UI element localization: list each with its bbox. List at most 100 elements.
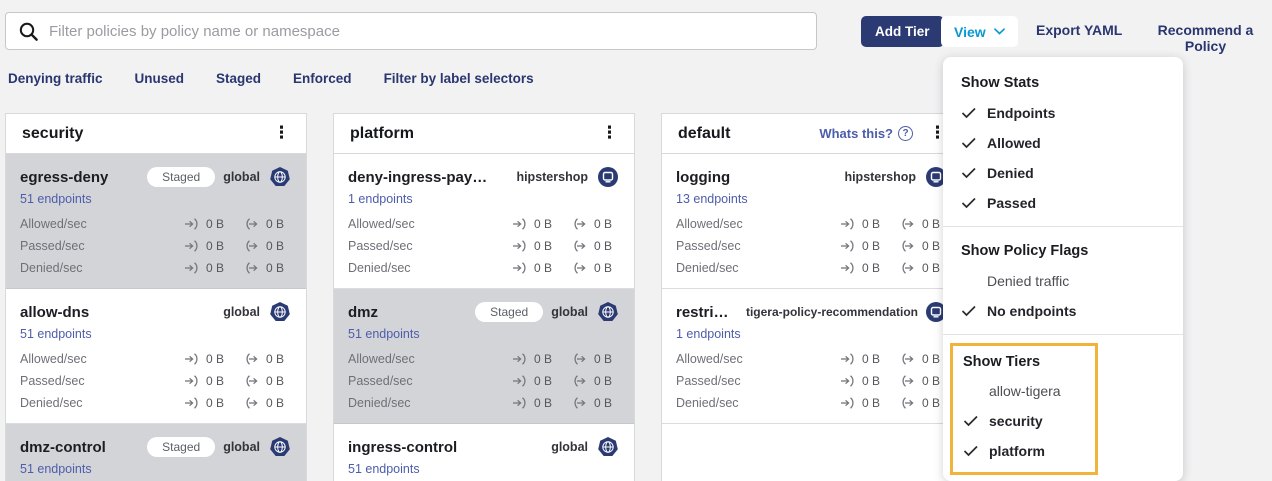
- policy-scope-label: global: [551, 305, 588, 319]
- egress-icon: [572, 218, 589, 230]
- menu-item-endpoints[interactable]: Endpoints: [943, 98, 1183, 128]
- stat-label: Allowed/sec: [20, 352, 184, 366]
- ingress-value: 0 B: [534, 352, 552, 366]
- recommend-policy-button[interactable]: Recommend a Policy: [1139, 22, 1272, 54]
- ingress-value: 0 B: [534, 396, 552, 410]
- menu-item-label: Passed: [987, 195, 1036, 211]
- egress-value: 0 B: [266, 239, 284, 253]
- ingress-icon: [512, 375, 529, 387]
- egress-value: 0 B: [922, 352, 940, 366]
- menu-item-denied-traffic[interactable]: Denied traffic: [943, 266, 1183, 296]
- endpoints-link[interactable]: 51 endpoints: [20, 462, 92, 476]
- view-button-label: View: [954, 24, 986, 40]
- ingress-icon: [840, 397, 857, 409]
- endpoints-link[interactable]: 1 endpoints: [348, 192, 413, 206]
- egress-value: 0 B: [594, 261, 612, 275]
- ingress-icon: [184, 397, 201, 409]
- endpoints-link[interactable]: 51 endpoints: [348, 462, 420, 476]
- endpoints-link[interactable]: 51 endpoints: [20, 192, 92, 206]
- export-yaml-button[interactable]: Export YAML: [1036, 22, 1122, 38]
- ingress-icon: [184, 218, 201, 230]
- global-policy-icon: [268, 300, 292, 324]
- menu-item-label: allow-tigera: [989, 383, 1061, 399]
- ingress-value: 0 B: [862, 217, 880, 231]
- menu-item-security[interactable]: security: [953, 406, 1095, 436]
- stat-label: Passed/sec: [20, 374, 184, 388]
- menu-item-label: No endpoints: [987, 303, 1076, 319]
- endpoints-link[interactable]: 1 endpoints: [676, 327, 741, 341]
- egress-value: 0 B: [594, 374, 612, 388]
- egress-value: 0 B: [922, 374, 940, 388]
- stat-row-allowed: Allowed/sec 0 B 0 B: [20, 213, 292, 235]
- check-icon: [963, 445, 979, 457]
- policy-card-dmz-control[interactable]: dmz-control Staged global 51 endpoints: [6, 424, 306, 481]
- show-tiers-highlight-box: Show Tiers allow-tigera security platfor…: [950, 343, 1098, 475]
- stat-label: Passed/sec: [348, 239, 512, 253]
- endpoints-link[interactable]: 13 endpoints: [676, 192, 748, 206]
- ingress-value: 0 B: [206, 239, 224, 253]
- menu-item-label: Allowed: [987, 135, 1041, 151]
- stat-row-denied: Denied/sec 0 B 0 B: [20, 392, 292, 414]
- search-input[interactable]: [49, 23, 804, 40]
- ingress-value: 0 B: [206, 352, 224, 366]
- menu-item-allow-tigera[interactable]: allow-tigera: [953, 376, 1095, 406]
- policy-namespace-label: hipstershop: [516, 170, 588, 184]
- policy-card-ingress-control[interactable]: ingress-control global 51 endpoints: [334, 424, 634, 481]
- menu-item-passed[interactable]: Passed: [943, 188, 1183, 218]
- egress-value: 0 B: [922, 239, 940, 253]
- stat-label: Allowed/sec: [348, 217, 512, 231]
- menu-divider: [943, 334, 1183, 335]
- menu-item-platform[interactable]: platform: [953, 436, 1095, 466]
- egress-value: 0 B: [922, 217, 940, 231]
- filter-denying-traffic[interactable]: Denying traffic: [8, 71, 103, 86]
- check-icon: [961, 137, 977, 149]
- menu-item-no-endpoints[interactable]: No endpoints: [943, 296, 1183, 326]
- stat-label: Denied/sec: [676, 396, 840, 410]
- staged-badge: Staged: [475, 302, 543, 322]
- policy-name: logging: [676, 169, 730, 186]
- egress-value: 0 B: [922, 396, 940, 410]
- menu-section-show-tiers: Show Tiers: [953, 348, 1095, 376]
- filter-staged[interactable]: Staged: [216, 71, 261, 86]
- ingress-icon: [512, 240, 529, 252]
- egress-icon: [572, 397, 589, 409]
- filter-unused[interactable]: Unused: [135, 71, 185, 86]
- policy-card-logging[interactable]: logging hipstershop 13 endpoints Allowed…: [662, 154, 962, 289]
- policy-card-restricted[interactable]: restricted tigera-policy-recommendation …: [662, 289, 962, 424]
- egress-value: 0 B: [594, 217, 612, 231]
- filter-label-selectors[interactable]: Filter by label selectors: [384, 71, 534, 86]
- menu-item-denied[interactable]: Denied: [943, 158, 1183, 188]
- menu-item-allowed[interactable]: Allowed: [943, 128, 1183, 158]
- policy-card-allow-dns[interactable]: allow-dns global 51 endpoints Allowed/se…: [6, 289, 306, 424]
- tier-column-security: security ⋮ egress-deny Staged global 51 …: [5, 113, 307, 481]
- filter-enforced[interactable]: Enforced: [293, 71, 352, 86]
- egress-icon: [244, 353, 261, 365]
- menu-item-label: platform: [989, 443, 1045, 459]
- whats-this-link[interactable]: Whats this? ?: [819, 126, 913, 141]
- stat-row-denied: Denied/sec 0 B 0 B: [676, 392, 948, 414]
- stat-label: Denied/sec: [20, 396, 184, 410]
- policy-card-deny-ingress-paymentservice[interactable]: deny-ingress-paymentservi… hipstershop 1…: [334, 154, 634, 289]
- tier-title: default: [678, 125, 819, 143]
- egress-value: 0 B: [594, 239, 612, 253]
- kebab-menu-icon[interactable]: ⋮: [269, 123, 294, 144]
- ingress-value: 0 B: [206, 374, 224, 388]
- ingress-value: 0 B: [534, 217, 552, 231]
- endpoints-link[interactable]: 51 endpoints: [20, 327, 92, 341]
- egress-icon: [900, 240, 917, 252]
- add-tier-button[interactable]: Add Tier: [861, 16, 944, 47]
- ingress-icon: [512, 262, 529, 274]
- egress-value: 0 B: [266, 396, 284, 410]
- menu-section-show-policy-flags: Show Policy Flags: [943, 235, 1183, 266]
- policy-scope-label: global: [223, 305, 260, 319]
- policy-namespace-label: hipstershop: [844, 170, 916, 184]
- view-button[interactable]: View: [941, 16, 1018, 47]
- stat-row-denied: Denied/sec 0 B 0 B: [20, 257, 292, 279]
- ingress-value: 0 B: [534, 239, 552, 253]
- policy-card-dmz[interactable]: dmz Staged global 51 endpoints Allowed/s…: [334, 289, 634, 424]
- policy-card-egress-deny[interactable]: egress-deny Staged global 51 endpoints A…: [6, 154, 306, 289]
- endpoints-link[interactable]: 51 endpoints: [348, 327, 420, 341]
- kebab-menu-icon[interactable]: ⋮: [597, 123, 622, 144]
- egress-icon: [900, 262, 917, 274]
- stat-label: Allowed/sec: [20, 217, 184, 231]
